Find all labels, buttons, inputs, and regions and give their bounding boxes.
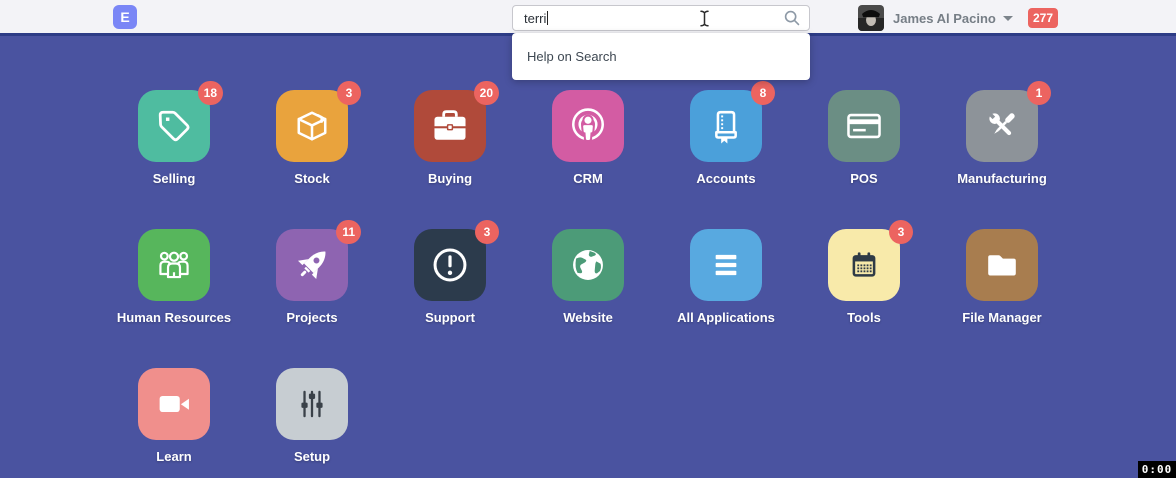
- app-label: Learn: [105, 449, 243, 464]
- sliders-icon: [276, 368, 348, 440]
- app-tile-website[interactable]: Website: [519, 229, 657, 368]
- app-label: Manufacturing: [933, 171, 1071, 186]
- app-label: Human Resources: [105, 310, 243, 325]
- credit-card-icon: [828, 90, 900, 162]
- app-tile-accounts[interactable]: 8 Accounts: [657, 90, 795, 229]
- search-icon[interactable]: [783, 9, 801, 27]
- app-label: Stock: [243, 171, 381, 186]
- user-menu[interactable]: James Al Pacino: [893, 0, 1013, 36]
- search-input[interactable]: terri: [512, 5, 810, 31]
- app-tile-file-manager[interactable]: File Manager: [933, 229, 1071, 368]
- ledger-book-icon: 8: [690, 90, 762, 162]
- app-tile-manufacturing[interactable]: 1 Manufacturing: [933, 90, 1071, 229]
- app-badge: 8: [751, 81, 775, 105]
- app-label: Accounts: [657, 171, 795, 186]
- notification-count-badge[interactable]: 277: [1028, 8, 1058, 28]
- screen-recorder-timer: 0:00: [1138, 461, 1176, 478]
- app-tile-human-resources[interactable]: Human Resources: [105, 229, 243, 368]
- app-grid: 18Selling3Stock20BuyingCRM8AccountsPOS1M…: [105, 36, 1071, 478]
- app-label: CRM: [519, 171, 657, 186]
- app-badge: 3: [889, 220, 913, 244]
- app-label: Tools: [795, 310, 933, 325]
- app-tile-stock[interactable]: 3 Stock: [243, 90, 381, 229]
- app-badge: 1: [1027, 81, 1051, 105]
- app-tile-selling[interactable]: 18 Selling: [105, 90, 243, 229]
- app-logo[interactable]: E: [113, 5, 137, 29]
- rocket-icon: 11: [276, 229, 348, 301]
- tag-icon: 18: [138, 90, 210, 162]
- app-label: Website: [519, 310, 657, 325]
- app-badge: 20: [474, 81, 499, 105]
- app-tile-buying[interactable]: 20 Buying: [381, 90, 519, 229]
- app-label: Projects: [243, 310, 381, 325]
- exclamation-circle-icon: 3: [414, 229, 486, 301]
- app-badge: 18: [198, 81, 223, 105]
- globe-icon: [552, 229, 624, 301]
- folder-icon: [966, 229, 1038, 301]
- mouse-cursor-ibeam: [699, 10, 710, 32]
- briefcase-icon: 20: [414, 90, 486, 162]
- tools-crossed-icon: 1: [966, 90, 1038, 162]
- menu-bars-icon: [690, 229, 762, 301]
- app-label: Support: [381, 310, 519, 325]
- app-label: Selling: [105, 171, 243, 186]
- app-tile-all-applications[interactable]: All Applications: [657, 229, 795, 368]
- text-caret: [547, 11, 548, 25]
- app-badge: 3: [337, 81, 361, 105]
- app-tile-learn[interactable]: Learn: [105, 368, 243, 478]
- navbar: E terri James Al Pacino 277: [0, 0, 1176, 36]
- video-camera-icon: [138, 368, 210, 440]
- app-tile-tools[interactable]: 3 Tools: [795, 229, 933, 368]
- user-avatar[interactable]: [858, 5, 884, 31]
- broadcast-person-icon: [552, 90, 624, 162]
- user-name: James Al Pacino: [893, 11, 996, 26]
- box-icon: 3: [276, 90, 348, 162]
- app-tile-pos[interactable]: POS: [795, 90, 933, 229]
- chevron-down-icon: [1003, 16, 1013, 21]
- search-dropdown-item-help[interactable]: Help on Search: [512, 37, 810, 76]
- search-dropdown: Help on Search: [512, 33, 810, 80]
- people-icon: [138, 229, 210, 301]
- search-value: terri: [524, 11, 546, 26]
- app-badge: 3: [475, 220, 499, 244]
- app-tile-crm[interactable]: CRM: [519, 90, 657, 229]
- app-tile-setup[interactable]: Setup: [243, 368, 381, 478]
- app-badge: 11: [336, 220, 361, 244]
- calendar-icon: 3: [828, 229, 900, 301]
- app-label: File Manager: [933, 310, 1071, 325]
- app-label: All Applications: [657, 310, 795, 325]
- app-tile-projects[interactable]: 11 Projects: [243, 229, 381, 368]
- app-tile-support[interactable]: 3 Support: [381, 229, 519, 368]
- app-label: POS: [795, 171, 933, 186]
- app-label: Buying: [381, 171, 519, 186]
- app-label: Setup: [243, 449, 381, 464]
